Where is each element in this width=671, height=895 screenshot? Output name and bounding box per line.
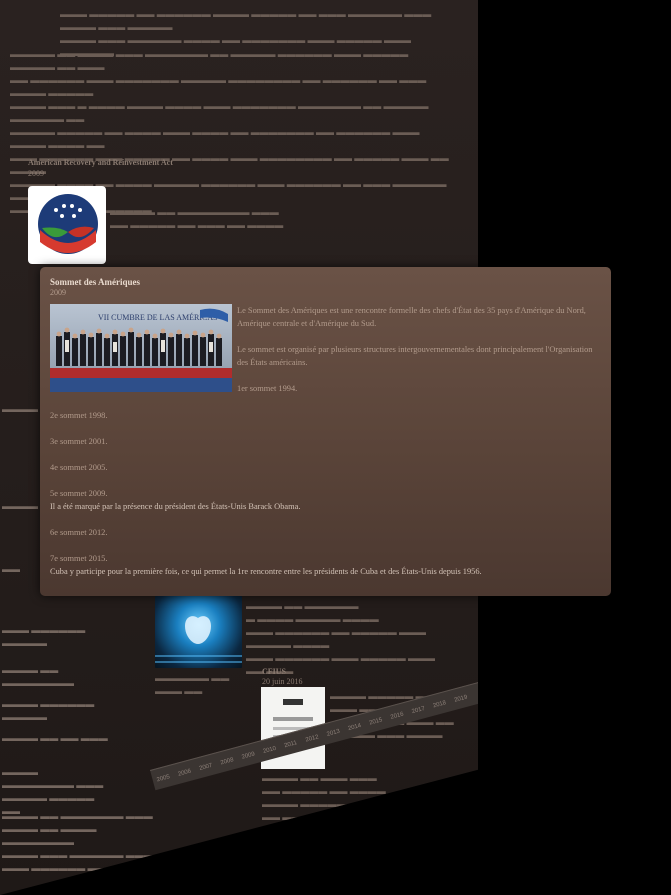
- recovery-act-logo: [28, 186, 106, 264]
- summit-entry: 5e sommet 2009. Il a été marqué par la p…: [50, 487, 600, 513]
- summit-label: 6e sommet 2012.: [50, 528, 108, 537]
- timeline-year-label: 2016: [390, 711, 405, 720]
- timeline-year-label: 2007: [199, 763, 214, 772]
- timeline-year-label: 2008: [220, 757, 235, 766]
- summit-entry: 3e sommet 2001.: [50, 435, 600, 448]
- summit-group-photo: VII CUMBRE DE LAS AMÉRICAS: [50, 304, 232, 392]
- timeline-year-label: 2010: [262, 746, 277, 755]
- intro-paragraph: Le Sommet des Amériques est une rencontr…: [237, 306, 586, 328]
- summit-label: 4e sommet 2005.: [50, 463, 108, 472]
- timeline-year-label: 2005: [156, 774, 171, 783]
- summit-entry: 4e sommet 2005.: [50, 461, 600, 474]
- summit-entry: 2e sommet 1998.: [50, 409, 600, 422]
- background-text-block: ▬▬▬▬▬ ▬▬ ▬▬▬▬▬▬▬▬ ▬▬▬ ▬▬ ▬▬▬▬▬ ▬▬ ▬▬▬ ▬▬…: [110, 207, 284, 230]
- background-text-block: ▬▬▬▬▬ ▬▬ ▬▬▬▬ ▬▬▬ ▬▬▬▬▬▬▬ ▬▬ ▬▬▬▬▬ ▬▬▬▬▬…: [10, 49, 409, 72]
- timeline-year-label: 2014: [347, 723, 362, 732]
- timeline-year-label: 2017: [411, 706, 426, 715]
- background-text-fragment: ▬▬▬ ▬▬▬▬▬▬ ▬▬▬▬▬: [2, 625, 86, 648]
- structure-paragraph: Le sommet est organisé par plusieurs str…: [237, 345, 593, 367]
- card-intro-text: Le Sommet des Amériques est une rencontr…: [237, 304, 605, 408]
- summit-entry: 6e sommet 2012.: [50, 526, 600, 539]
- first-summit-line: 1er sommet 1994.: [237, 384, 298, 393]
- background-text-fragment: ▬▬▬▬ ▬▬ ▬▬ ▬▬▬: [2, 733, 108, 743]
- timeline-year-label: 2019: [454, 694, 469, 703]
- background-doc-year: 20 juin 2016: [262, 677, 303, 686]
- summit-list: 2e sommet 1998. 3e sommet 2001. 4e somme…: [50, 409, 600, 591]
- timeline-year-label: 2012: [305, 734, 320, 743]
- background-section-year: 2009: [28, 169, 44, 178]
- timeline-year-label: 2013: [326, 728, 341, 737]
- summit-description: Il a été marqué par la présence du prési…: [50, 502, 301, 511]
- timeline-year-label: 2011: [284, 740, 299, 749]
- timeline-year-label: 2018: [432, 700, 447, 709]
- background-text-fragment: ▬▬▬▬ ▬▬ ▬▬▬▬▬▬▬ ▬▬▬ ▬▬▬▬ ▬▬ ▬▬▬▬ ▬▬▬▬▬▬▬▬…: [2, 811, 162, 873]
- background-text-block: ▬▬▬▬▬▬ ▬▬ ▬▬▬ ▬▬: [155, 673, 230, 696]
- background-text-fragment: ▬▬▬▬ ▬▬ ▬▬▬▬▬▬▬▬: [2, 665, 74, 688]
- background-text-block: ▬▬▬▬ ▬▬ ▬▬▬ ▬▬▬ ▬▬ ▬▬▬▬▬ ▬▬ ▬▬▬▬ ▬▬▬▬ ▬▬▬▬…: [262, 773, 386, 822]
- summit-description: Cuba y participe pour la première fois, …: [50, 567, 482, 576]
- card-year: 2009: [50, 288, 66, 297]
- background-doc-title: CFIUS: [262, 667, 287, 676]
- apple-event-photo: [155, 596, 242, 668]
- timeline-year-label: 2006: [177, 768, 192, 777]
- card-title: Sommet des Amériques: [50, 277, 140, 287]
- stage: ▬▬▬ ▬▬▬▬▬ ▬▬ ▬▬▬▬▬▬ ▬▬▬▬ ▬▬▬▬▬ ▬▬ ▬▬▬ ▬▬…: [0, 0, 671, 895]
- timeline-year-label: 2015: [369, 717, 384, 726]
- background-text-fragment: ▬▬▬▬ ▬▬▬▬▬▬ ▬▬▬▬▬: [2, 699, 95, 722]
- summit-entry: 7e sommet 2015. Cuba y participe pour la…: [50, 552, 600, 578]
- summit-label: 7e sommet 2015.: [50, 554, 108, 563]
- timeline-year-label: 2009: [241, 751, 256, 760]
- photo-banner-text: VII CUMBRE DE LAS AMÉRICAS: [98, 312, 218, 322]
- summit-label: 2e sommet 1998.: [50, 411, 108, 420]
- background-section-title: American Recovery and Reinvestment Act: [28, 158, 173, 167]
- summit-label: 3e sommet 2001.: [50, 437, 108, 446]
- event-detail-card[interactable]: Sommet des Amériques 2009 VII CUMBRE DE …: [40, 267, 611, 596]
- summit-label: 5e sommet 2009.: [50, 489, 108, 498]
